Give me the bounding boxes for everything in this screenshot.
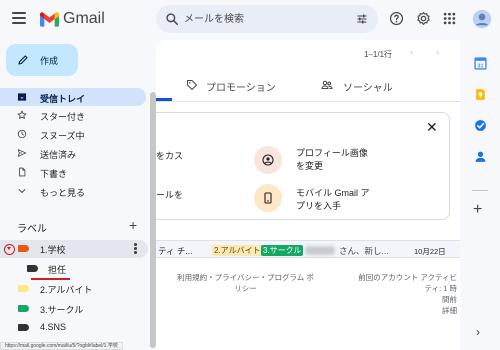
label-chip-parttime[interactable]: 2.アルバイト: [212, 245, 263, 256]
main-panel: 1–1/1行 ‹ › プロモーション ソーシャル ✕ をカス ールを プロフィー…: [156, 40, 460, 350]
tab-label: プロモーション: [206, 83, 276, 94]
search-options-icon[interactable]: [356, 13, 368, 25]
nav-item-label: スター付き: [40, 112, 86, 122]
label-chip-circle[interactable]: 3.サークル: [261, 245, 304, 256]
tasks-icon[interactable]: [474, 119, 487, 132]
label-item-label: 2.アルバイト: [40, 285, 93, 295]
nav-item-inbox[interactable]: 受信トレイ: [0, 88, 146, 106]
side-panel: 31 + ›: [460, 40, 500, 350]
setup-item-customize[interactable]: をカス: [156, 150, 183, 163]
label-item-circle[interactable]: 3.サークル: [0, 300, 148, 318]
setup-item-import[interactable]: ールを: [156, 189, 183, 202]
tab-divider: [156, 101, 460, 102]
setup-item-mobile[interactable]: モバイル Gmail ア プリを入手: [296, 187, 370, 213]
nav-item-snoozed[interactable]: スヌーズ中: [0, 125, 146, 143]
nav-item-label: 受信トレイ: [40, 94, 86, 104]
status-url: https://mail.google.com/mail/u/5/?ogbl#l…: [0, 342, 123, 350]
google-apps-icon[interactable]: [442, 11, 457, 26]
label-item-school[interactable]: 1.学校: [0, 240, 148, 258]
label-item-homeroom[interactable]: 担任: [0, 260, 148, 278]
setup-item-profile[interactable]: プロフィール画像 を変更: [296, 147, 368, 173]
clock-icon: [17, 129, 27, 139]
nav-item-sent[interactable]: 送信済み: [0, 144, 146, 162]
star-icon: [17, 110, 27, 119]
search-bar[interactable]: [156, 5, 378, 33]
nav-item-label: スヌーズ中: [40, 131, 85, 141]
tag-icon: [187, 80, 197, 90]
next-page-icon[interactable]: ›: [436, 47, 439, 58]
label-item-parttime[interactable]: 2.アルバイト: [0, 280, 148, 298]
tab-label: ソーシャル: [343, 83, 393, 94]
label-item-label: 1.学校: [40, 245, 66, 255]
label-item-label: 担任: [48, 265, 67, 275]
mail-date: 10月22日: [414, 247, 446, 256]
footer-activity[interactable]: 前回のアカウント アクティビティ: 1 時 間前 詳細: [357, 272, 457, 316]
pagination-count: 1–1/1行: [364, 50, 393, 59]
mail-row[interactable]: ティ チ... 2.アルバイト 3.サークル さん、新し... 10月22日: [156, 240, 460, 258]
compose-label: 作成: [40, 56, 59, 66]
hide-side-panel-icon[interactable]: ›: [476, 325, 480, 339]
tab-promotions[interactable]: プロモーション: [186, 74, 306, 102]
labels-heading: ラベル: [17, 224, 47, 235]
add-label-button[interactable]: +: [129, 217, 137, 233]
send-icon: [17, 149, 27, 157]
keep-icon[interactable]: [474, 88, 487, 101]
tab-social[interactable]: ソーシャル: [321, 74, 441, 102]
nav-item-label: もっと見る: [40, 188, 86, 198]
label-tag-icon: [18, 324, 29, 331]
get-addons-icon[interactable]: +: [473, 201, 482, 219]
people-icon: [321, 80, 333, 89]
search-icon[interactable]: [165, 12, 179, 26]
compose-button[interactable]: 作成: [6, 44, 78, 76]
nav-item-drafts[interactable]: 下書き: [0, 163, 146, 181]
setup-card: ✕ をカス ールを プロフィール画像 を変更 モバイル Gmail ア プリを入…: [156, 112, 450, 220]
calendar-icon[interactable]: 31: [474, 57, 487, 70]
settings-gear-icon[interactable]: [416, 11, 431, 26]
gmail-wordmark: Gmail: [63, 10, 105, 27]
mail-snippet: さん、新し...: [339, 246, 389, 256]
close-icon[interactable]: ✕: [426, 119, 438, 136]
label-options-icon[interactable]: [134, 243, 138, 255]
expand-caret-icon[interactable]: [4, 244, 15, 255]
nav-item-starred[interactable]: スター付き: [0, 106, 146, 124]
label-tag-icon: [18, 245, 29, 252]
side-divider: [472, 190, 488, 191]
pencil-icon: [18, 55, 28, 65]
help-icon[interactable]: [389, 11, 404, 26]
label-tag-icon: [18, 285, 29, 292]
contacts-icon[interactable]: [474, 150, 487, 163]
profile-photo-icon[interactable]: [254, 146, 282, 174]
mail-sender: ティ チ...: [158, 246, 193, 256]
label-item-label: 3.サークル: [40, 305, 84, 315]
chevron-down-icon: [18, 189, 26, 194]
inbox-icon: [17, 93, 27, 101]
draft-icon: [19, 167, 26, 177]
label-tag-icon: [27, 265, 38, 272]
redacted-name: [305, 246, 335, 255]
mobile-phone-icon[interactable]: [254, 184, 282, 212]
label-item-sns[interactable]: 4.SNS: [0, 319, 148, 337]
previous-page-icon[interactable]: ‹: [410, 47, 413, 58]
gmail-logo[interactable]: Gmail: [40, 10, 105, 28]
main-menu-icon[interactable]: [12, 12, 26, 24]
account-avatar[interactable]: [472, 9, 492, 29]
nav-item-more[interactable]: もっと見る: [0, 182, 146, 200]
label-tag-icon: [18, 305, 29, 312]
nav-item-label: 下書き: [40, 169, 68, 179]
label-item-label: 4.SNS: [40, 322, 67, 332]
footer-links[interactable]: 利用規約・プライバシー・プログラム ポ リシー: [158, 272, 333, 294]
search-input[interactable]: [184, 11, 344, 27]
top-bar: Gmail: [0, 0, 500, 40]
svg-text:31: 31: [477, 63, 483, 69]
gmail-m-icon: [40, 11, 59, 27]
nav-item-label: 送信済み: [40, 150, 77, 160]
